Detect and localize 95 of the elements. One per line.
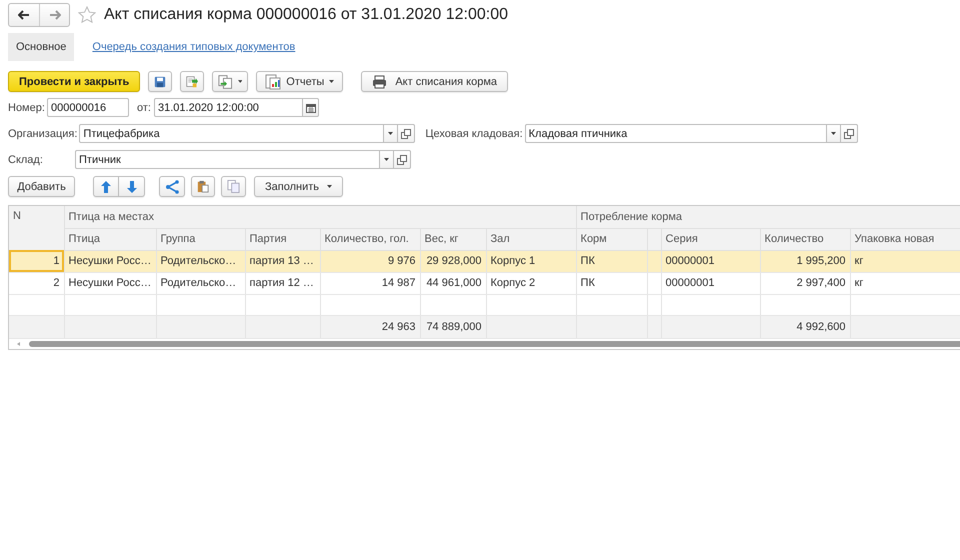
form-tab[interactable]: Основное [8,33,74,61]
structure-button[interactable] [159,176,185,197]
table-cell: Корпус 2 [486,272,576,294]
column-header[interactable]: Серия [661,228,760,250]
open-button[interactable] [840,124,858,143]
column-header[interactable]: Группа [156,228,245,250]
save-button[interactable] [148,71,172,92]
printer-icon [372,74,388,88]
table-cell: Несушки Росс… [64,250,156,272]
row-number: 2 [9,272,64,294]
open-window-icon [397,154,407,164]
table-cell: 00000001 [661,272,760,294]
caret-icon [238,80,242,83]
clipboard-icon [197,179,209,194]
warehouse-field[interactable]: Птичник [75,150,380,169]
open-window-icon [401,128,412,138]
column-header[interactable]: Птица [64,228,156,250]
column-total: 24 963 [320,315,420,338]
field-label: Организация: [8,128,78,140]
document-copy-icon [218,74,233,90]
dropdown-button[interactable] [826,124,841,143]
table-cell: Родительско… [156,250,245,272]
dropdown-button[interactable] [380,150,394,169]
table-cell: Несушки Росс… [64,272,156,294]
table-cell: 9 976 [320,250,420,272]
column-header[interactable]: N [9,206,64,250]
column-header[interactable]: Упаковка новая [850,228,960,250]
form-tab[interactable]: Очередь создания типовых документов [84,33,304,61]
document-post-icon [186,74,198,90]
field-label: Цеховая кладовая: [425,128,524,140]
table-cell: кг [850,250,960,272]
table-cell: 00000001 [661,250,760,272]
table-cell: 2 997,400 [760,272,850,294]
column-header[interactable]: Вес, кг [420,228,486,250]
table-cell: Корпус 1 [486,250,576,272]
forward-arrow-icon [48,10,60,20]
column-total: 74 889,000 [420,315,486,338]
calendar-icon [306,102,316,112]
caret-icon [329,80,334,83]
shop-storage-field[interactable]: Кладовая птичника [524,124,827,143]
table-cell: ПК [576,250,648,272]
row-number: 1 [9,250,64,272]
fill-button[interactable]: Заполнить [254,176,344,197]
table-cell: партия 13 … [245,250,320,272]
report-chart-icon [265,74,282,90]
open-button[interactable] [398,124,416,143]
reports-button[interactable]: Отчеты [256,71,344,92]
create-based-on-button[interactable] [212,71,248,92]
table-cell: Родительско… [156,272,245,294]
column-header[interactable]: Партия [245,228,320,250]
down-arrow-icon [126,180,136,192]
column-header[interactable]: Зал [486,228,576,250]
up-arrow-icon [101,180,111,192]
table-cell: 44 961,000 [420,272,486,294]
move-down-button[interactable] [119,176,145,197]
column-group-header: Птица на местах [64,206,576,228]
table-cell: 29 928,000 [420,250,486,272]
caret-icon [384,158,389,161]
column-header[interactable]: Количество [760,228,850,250]
star-icon[interactable] [78,6,96,24]
open-window-icon [844,128,854,138]
table-cell: 1 995,200 [760,250,850,272]
save-icon [154,74,166,88]
field-label: Номер: [8,102,46,114]
calendar-button[interactable] [303,98,319,117]
column-header[interactable]: Корм [576,228,648,250]
dropdown-button[interactable] [384,124,398,143]
table-cell: ПК [576,272,648,294]
back-arrow-icon [18,10,30,20]
column-total: 4 992,600 [760,315,850,338]
window-title: Акт списания корма 000000016 от 31.01.2020 12:00:00 [104,6,508,24]
move-up-button[interactable] [93,176,119,197]
organization-field[interactable]: Птицефабрика [79,124,384,143]
caret-icon [388,132,394,135]
column-group-header: Потребление корма [576,206,960,228]
caret-icon [327,185,332,188]
paste-button[interactable] [191,176,215,197]
branch-icon [165,180,179,194]
field-label: от: [137,102,152,114]
number-field[interactable]: 000000016 [47,98,129,117]
open-button[interactable] [394,150,411,169]
post-button[interactable] [180,71,204,92]
copy-icon [227,179,240,194]
caret-icon [830,132,836,135]
table-cell: кг [850,272,960,294]
post-and-close-button[interactable]: Провести и закрыть [8,71,140,92]
copy-button[interactable] [221,176,246,197]
horizontal-scrollbar[interactable] [9,338,960,348]
table-cell: 14 987 [320,272,420,294]
print-button[interactable]: Акт списания корма [361,71,508,92]
column-header[interactable]: Количество, гол. [320,228,420,250]
date-field[interactable]: 31.01.2020 12:00:00 [154,98,303,117]
field-label: Склад: [8,154,44,166]
add-button[interactable]: Добавить [8,176,75,197]
table-cell: партия 12 … [245,272,320,294]
